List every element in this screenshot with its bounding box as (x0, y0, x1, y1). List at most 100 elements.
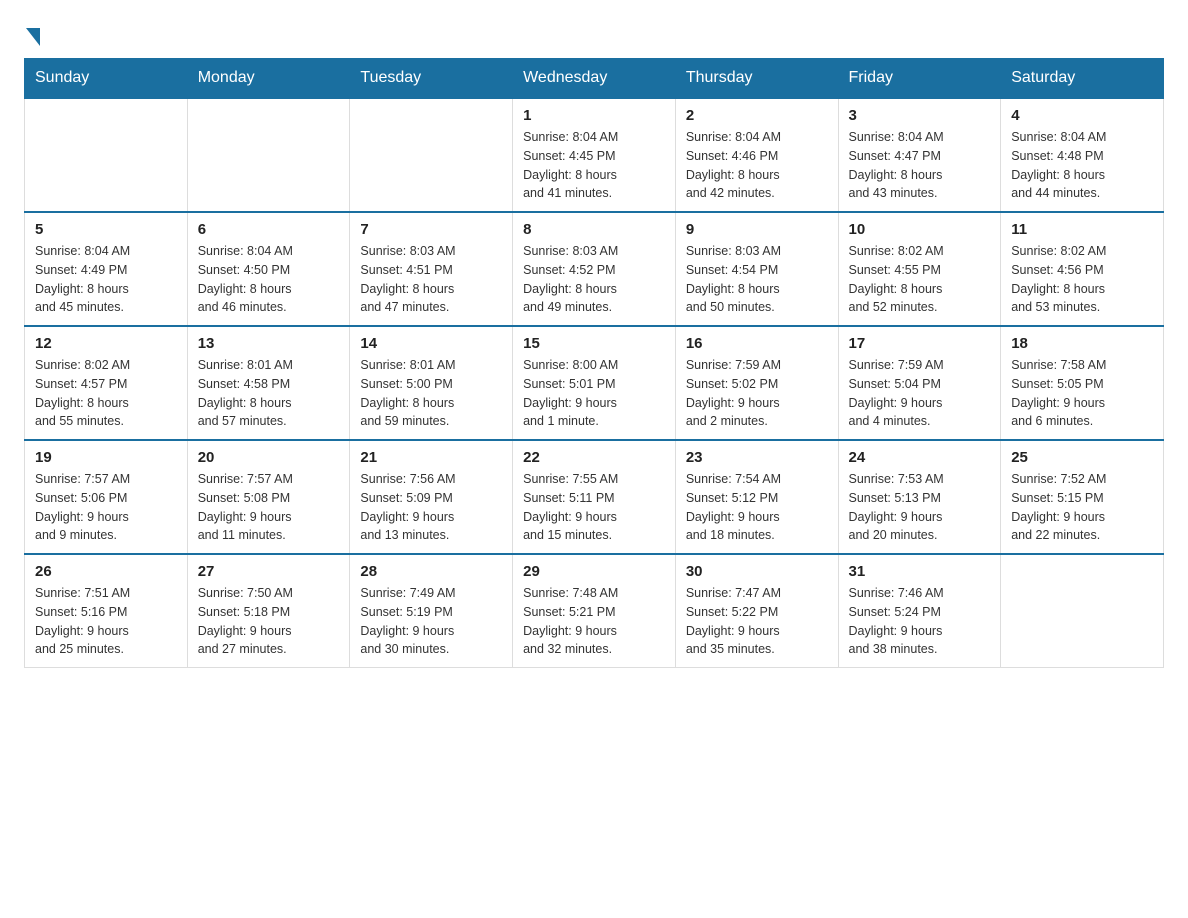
day-number: 18 (1011, 335, 1153, 352)
calendar-empty-cell (25, 98, 188, 212)
weekday-header-thursday: Thursday (675, 59, 838, 99)
day-info: Sunrise: 8:04 AMSunset: 4:46 PMDaylight:… (686, 128, 828, 203)
day-number: 23 (686, 449, 828, 466)
day-number: 5 (35, 221, 177, 238)
calendar-day-24: 24 Sunrise: 7:53 AMSunset: 5:13 PMDayligh… (838, 440, 1001, 554)
calendar-table: SundayMondayTuesdayWednesdayThursdayFrid… (24, 58, 1164, 668)
day-info: Sunrise: 8:02 AMSunset: 4:56 PMDaylight:… (1011, 242, 1153, 317)
calendar-day-22: 22 Sunrise: 7:55 AMSunset: 5:11 PMDayligh… (513, 440, 676, 554)
day-info: Sunrise: 7:57 AMSunset: 5:08 PMDaylight:… (198, 470, 340, 545)
day-number: 6 (198, 221, 340, 238)
day-number: 14 (360, 335, 502, 352)
day-info: Sunrise: 7:48 AMSunset: 5:21 PMDaylight:… (523, 584, 665, 659)
day-number: 24 (849, 449, 991, 466)
weekday-header-friday: Friday (838, 59, 1001, 99)
day-number: 11 (1011, 221, 1153, 238)
calendar-day-14: 14 Sunrise: 8:01 AMSunset: 5:00 PMDayligh… (350, 326, 513, 440)
day-info: Sunrise: 8:04 AMSunset: 4:50 PMDaylight:… (198, 242, 340, 317)
day-number: 12 (35, 335, 177, 352)
day-info: Sunrise: 7:49 AMSunset: 5:19 PMDaylight:… (360, 584, 502, 659)
weekday-header-tuesday: Tuesday (350, 59, 513, 99)
logo (24, 24, 40, 42)
calendar-day-15: 15 Sunrise: 8:00 AMSunset: 5:01 PMDayligh… (513, 326, 676, 440)
day-info: Sunrise: 8:03 AMSunset: 4:51 PMDaylight:… (360, 242, 502, 317)
logo-arrow-icon (26, 28, 40, 46)
calendar-day-1: 1Sunrise: 8:04 AMSunset: 4:45 PMDaylight… (513, 98, 676, 212)
weekday-header-monday: Monday (187, 59, 350, 99)
calendar-week-row: 19Sunrise: 7:57 AMSunset: 5:06 PMDayligh… (25, 440, 1164, 554)
calendar-day-30: 30 Sunrise: 7:47 AMSunset: 5:22 PMDayligh… (675, 554, 838, 668)
day-info: Sunrise: 8:04 AMSunset: 4:47 PMDaylight:… (849, 128, 991, 203)
calendar-day-3: 3 Sunrise: 8:04 AMSunset: 4:47 PMDaylight… (838, 98, 1001, 212)
calendar-day-12: 12 Sunrise: 8:02 AMSunset: 4:57 PMDayligh… (25, 326, 188, 440)
day-number: 27 (198, 563, 340, 580)
day-number: 16 (686, 335, 828, 352)
calendar-day-23: 23 Sunrise: 7:54 AMSunset: 5:12 PMDayligh… (675, 440, 838, 554)
day-number: 8 (523, 221, 665, 238)
day-number: 1 (523, 107, 665, 124)
day-info: Sunrise: 7:47 AMSunset: 5:22 PMDaylight:… (686, 584, 828, 659)
day-info: Sunrise: 7:57 AMSunset: 5:06 PMDaylight:… (35, 470, 177, 545)
day-info: Sunrise: 7:54 AMSunset: 5:12 PMDaylight:… (686, 470, 828, 545)
day-info: Sunrise: 7:56 AMSunset: 5:09 PMDaylight:… (360, 470, 502, 545)
day-info: Sunrise: 8:02 AMSunset: 4:57 PMDaylight:… (35, 356, 177, 431)
day-info: Sunrise: 7:55 AMSunset: 5:11 PMDaylight:… (523, 470, 665, 545)
calendar-day-19: 19Sunrise: 7:57 AMSunset: 5:06 PMDayligh… (25, 440, 188, 554)
day-info: Sunrise: 7:59 AMSunset: 5:02 PMDaylight:… (686, 356, 828, 431)
day-number: 15 (523, 335, 665, 352)
day-number: 13 (198, 335, 340, 352)
day-info: Sunrise: 8:02 AMSunset: 4:55 PMDaylight:… (849, 242, 991, 317)
day-info: Sunrise: 7:52 AMSunset: 5:15 PMDaylight:… (1011, 470, 1153, 545)
day-info: Sunrise: 7:53 AMSunset: 5:13 PMDaylight:… (849, 470, 991, 545)
day-number: 20 (198, 449, 340, 466)
weekday-header-sunday: Sunday (25, 59, 188, 99)
day-number: 3 (849, 107, 991, 124)
calendar-day-29: 29 Sunrise: 7:48 AMSunset: 5:21 PMDayligh… (513, 554, 676, 668)
calendar-week-row: 1Sunrise: 8:04 AMSunset: 4:45 PMDaylight… (25, 98, 1164, 212)
day-info: Sunrise: 8:00 AMSunset: 5:01 PMDaylight:… (523, 356, 665, 431)
calendar-day-10: 10 Sunrise: 8:02 AMSunset: 4:55 PMDayligh… (838, 212, 1001, 326)
day-number: 26 (35, 563, 177, 580)
day-number: 10 (849, 221, 991, 238)
calendar-day-4: 4Sunrise: 8:04 AMSunset: 4:48 PMDaylight… (1001, 98, 1164, 212)
calendar-day-25: 25 Sunrise: 7:52 AMSunset: 5:15 PMDayligh… (1001, 440, 1164, 554)
day-info: Sunrise: 7:51 AMSunset: 5:16 PMDaylight:… (35, 584, 177, 659)
day-number: 22 (523, 449, 665, 466)
day-number: 9 (686, 221, 828, 238)
day-info: Sunrise: 8:03 AMSunset: 4:52 PMDaylight:… (523, 242, 665, 317)
day-info: Sunrise: 7:50 AMSunset: 5:18 PMDaylight:… (198, 584, 340, 659)
calendar-day-6: 6 Sunrise: 8:04 AMSunset: 4:50 PMDaylight… (187, 212, 350, 326)
calendar-day-13: 13 Sunrise: 8:01 AMSunset: 4:58 PMDayligh… (187, 326, 350, 440)
calendar-day-16: 16 Sunrise: 7:59 AMSunset: 5:02 PMDayligh… (675, 326, 838, 440)
calendar-week-row: 12 Sunrise: 8:02 AMSunset: 4:57 PMDayligh… (25, 326, 1164, 440)
calendar-day-20: 20 Sunrise: 7:57 AMSunset: 5:08 PMDayligh… (187, 440, 350, 554)
day-info: Sunrise: 8:03 AMSunset: 4:54 PMDaylight:… (686, 242, 828, 317)
day-number: 21 (360, 449, 502, 466)
day-number: 30 (686, 563, 828, 580)
day-number: 31 (849, 563, 991, 580)
day-info: Sunrise: 8:01 AMSunset: 4:58 PMDaylight:… (198, 356, 340, 431)
calendar-day-18: 18 Sunrise: 7:58 AMSunset: 5:05 PMDayligh… (1001, 326, 1164, 440)
day-number: 2 (686, 107, 828, 124)
calendar-day-28: 28Sunrise: 7:49 AMSunset: 5:19 PMDayligh… (350, 554, 513, 668)
day-number: 29 (523, 563, 665, 580)
day-info: Sunrise: 8:01 AMSunset: 5:00 PMDaylight:… (360, 356, 502, 431)
calendar-empty-cell (1001, 554, 1164, 668)
day-info: Sunrise: 7:58 AMSunset: 5:05 PMDaylight:… (1011, 356, 1153, 431)
calendar-empty-cell (187, 98, 350, 212)
weekday-header-wednesday: Wednesday (513, 59, 676, 99)
calendar-week-row: 26 Sunrise: 7:51 AMSunset: 5:16 PMDayligh… (25, 554, 1164, 668)
day-number: 25 (1011, 449, 1153, 466)
calendar-day-17: 17Sunrise: 7:59 AMSunset: 5:04 PMDayligh… (838, 326, 1001, 440)
day-number: 17 (849, 335, 991, 352)
day-number: 7 (360, 221, 502, 238)
calendar-day-11: 11 Sunrise: 8:02 AMSunset: 4:56 PMDayligh… (1001, 212, 1164, 326)
calendar-week-row: 5 Sunrise: 8:04 AMSunset: 4:49 PMDaylight… (25, 212, 1164, 326)
calendar-day-9: 9 Sunrise: 8:03 AMSunset: 4:54 PMDaylight… (675, 212, 838, 326)
day-info: Sunrise: 8:04 AMSunset: 4:49 PMDaylight:… (35, 242, 177, 317)
day-info: Sunrise: 8:04 AMSunset: 4:48 PMDaylight:… (1011, 128, 1153, 203)
calendar-day-21: 21 Sunrise: 7:56 AMSunset: 5:09 PMDayligh… (350, 440, 513, 554)
calendar-day-26: 26 Sunrise: 7:51 AMSunset: 5:16 PMDayligh… (25, 554, 188, 668)
calendar-day-27: 27 Sunrise: 7:50 AMSunset: 5:18 PMDayligh… (187, 554, 350, 668)
calendar-day-31: 31Sunrise: 7:46 AMSunset: 5:24 PMDayligh… (838, 554, 1001, 668)
